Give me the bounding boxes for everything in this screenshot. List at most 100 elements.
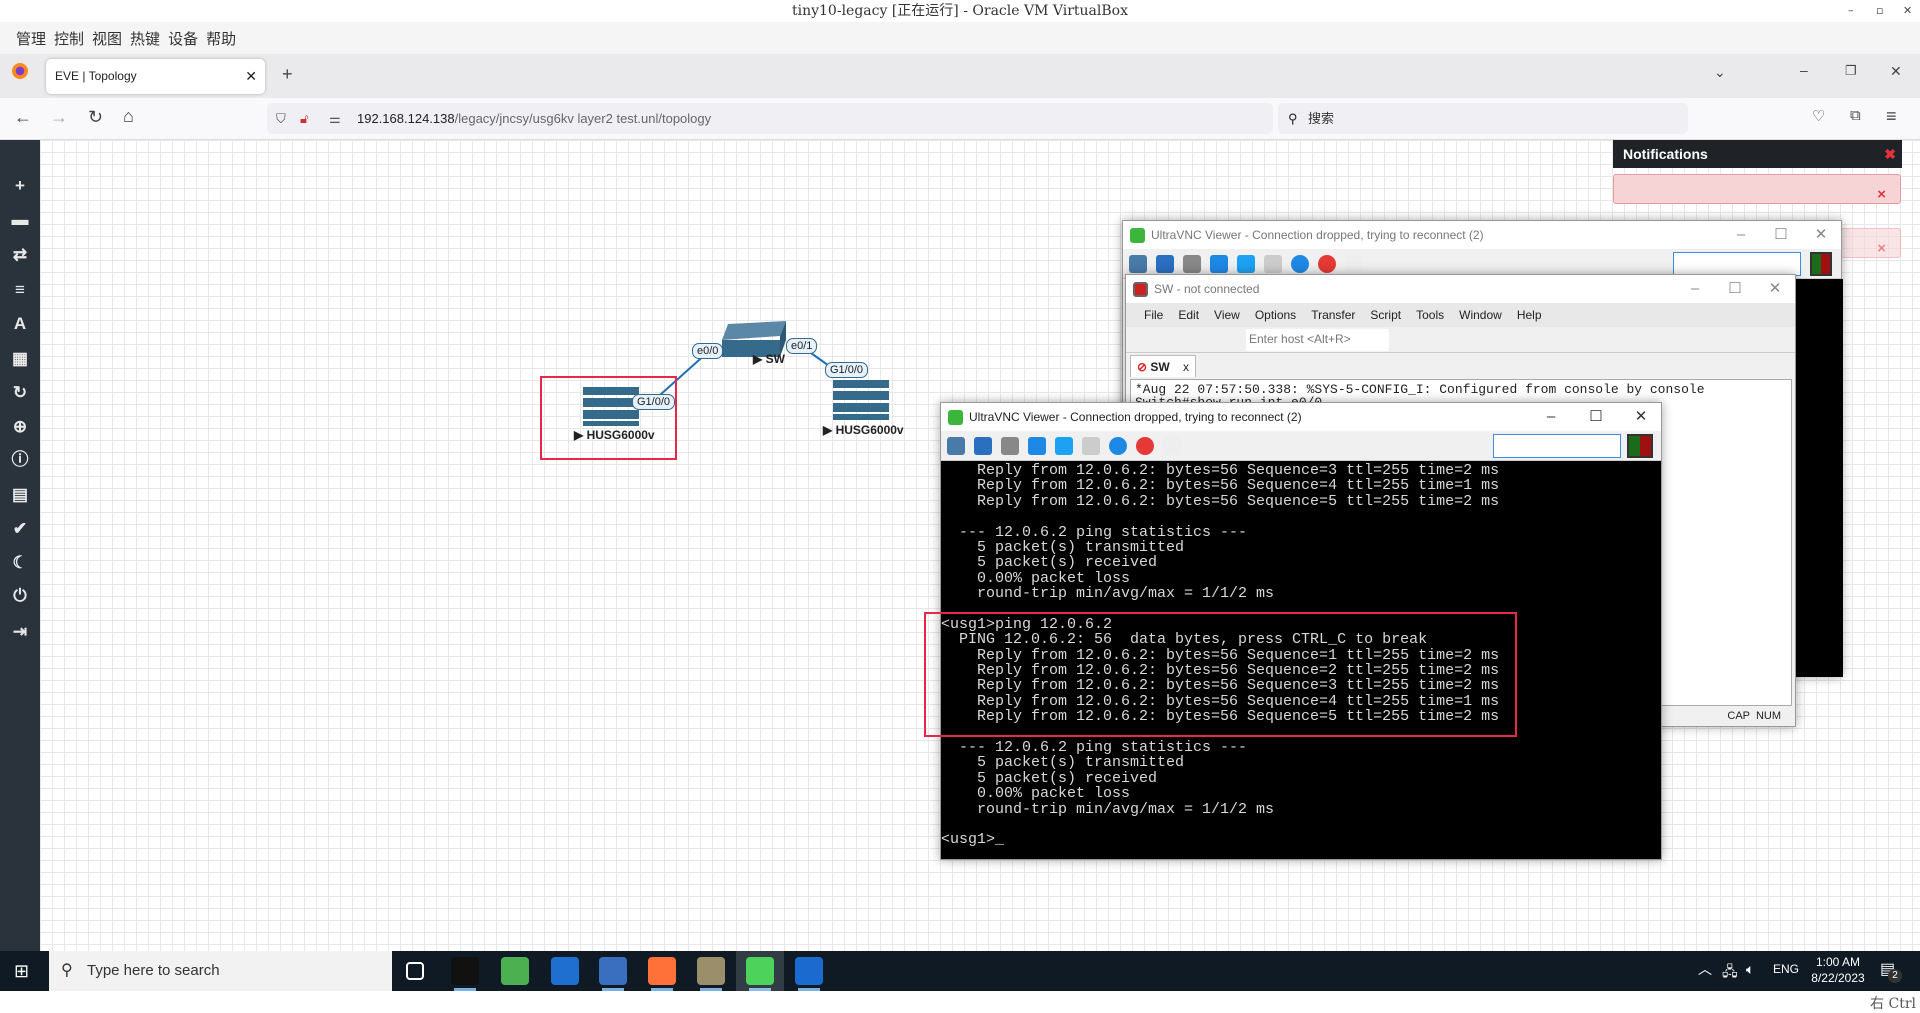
action-center-icon[interactable]: ▤ 2 bbox=[1880, 959, 1902, 983]
clipboard-icon[interactable] bbox=[1264, 255, 1282, 273]
menu-help[interactable]: Help bbox=[1517, 303, 1542, 327]
menu-transfer[interactable]: Transfer bbox=[1311, 303, 1355, 327]
minimize-button[interactable]: – bbox=[1675, 275, 1715, 303]
grid-icon[interactable]: ▦ bbox=[0, 345, 40, 373]
disconnect-icon[interactable] bbox=[1318, 255, 1336, 273]
file-transfer-icon[interactable] bbox=[1345, 255, 1363, 273]
tab-sw[interactable]: ⊘ SW x bbox=[1130, 355, 1196, 377]
dark-mode-icon[interactable]: ☾ bbox=[0, 549, 40, 577]
task-view-icon[interactable] bbox=[406, 962, 424, 980]
dismiss-icon[interactable]: × bbox=[1877, 240, 1886, 257]
text-icon[interactable]: A bbox=[0, 310, 40, 338]
connection-options-icon[interactable] bbox=[1129, 255, 1147, 273]
terminal-line: 0.00% packet loss bbox=[941, 785, 1131, 803]
securecrt-icon[interactable] bbox=[697, 957, 725, 985]
windows-start-icon[interactable]: ⊞ bbox=[14, 961, 29, 982]
status-icon[interactable]: ✔ bbox=[0, 515, 40, 543]
menu-file[interactable]: File bbox=[1144, 303, 1163, 327]
language-indicator[interactable]: ENG bbox=[1773, 962, 1799, 976]
notifications-title: Notifications bbox=[1623, 146, 1708, 162]
wireshark-icon[interactable] bbox=[795, 957, 823, 985]
info-icon[interactable] bbox=[1291, 255, 1309, 273]
nodes-icon[interactable]: ▬ bbox=[0, 206, 40, 234]
close-button[interactable]: ✕ bbox=[1621, 403, 1661, 431]
notification-item[interactable]: × bbox=[1613, 174, 1901, 204]
terminal-line: 0.00% packet loss bbox=[941, 569, 1131, 587]
menu-window[interactable]: Window bbox=[1459, 303, 1502, 327]
port-label: e0/0 bbox=[692, 343, 724, 359]
maximize-button[interactable]: ☐ bbox=[1715, 275, 1755, 303]
terminal-line: <usg1>_ bbox=[941, 831, 1005, 849]
bolt-app-icon[interactable] bbox=[551, 957, 579, 985]
firewall-icon[interactable] bbox=[583, 387, 639, 426]
refresh-icon[interactable]: ↻ bbox=[0, 379, 40, 407]
zoom-icon[interactable]: ⊕ bbox=[0, 413, 40, 441]
menu-options[interactable]: Options bbox=[1255, 303, 1296, 327]
settings-icon[interactable] bbox=[1001, 437, 1019, 455]
windows-key-icon[interactable] bbox=[1055, 437, 1073, 455]
disconnect-icon[interactable] bbox=[1136, 437, 1154, 455]
dismiss-icon[interactable]: × bbox=[1877, 186, 1886, 203]
fullscreen-icon[interactable] bbox=[1156, 255, 1174, 273]
menu-edit[interactable]: Edit bbox=[1178, 303, 1199, 327]
windows-key-icon[interactable] bbox=[1237, 255, 1255, 273]
connection-options-icon[interactable] bbox=[947, 437, 965, 455]
terminal-icon[interactable] bbox=[451, 957, 479, 985]
node-sw[interactable]: ▶ SW bbox=[753, 352, 785, 366]
ultravnc-icon bbox=[1130, 228, 1145, 243]
networks-icon[interactable]: ⇄ bbox=[0, 241, 40, 269]
info-icon[interactable]: ⓘ bbox=[0, 446, 40, 474]
minimize-button[interactable]: – bbox=[1721, 221, 1761, 249]
close-tab-icon[interactable]: x bbox=[1183, 356, 1189, 378]
network-icon[interactable]: 🖧︎ bbox=[1722, 961, 1738, 985]
tray-chevron-icon[interactable]: ︿ bbox=[1698, 959, 1712, 979]
firefox-icon[interactable] bbox=[648, 957, 676, 985]
startup-configs-icon[interactable]: ≡ bbox=[0, 276, 40, 304]
securecrt-status-bar: CAP NUM bbox=[1675, 706, 1795, 726]
file-transfer-icon[interactable] bbox=[1163, 437, 1181, 455]
browser-icon[interactable] bbox=[501, 957, 529, 985]
securecrt-icon bbox=[1133, 282, 1148, 297]
vnc-status-icon bbox=[1810, 252, 1832, 276]
port-label: G1/0/0 bbox=[825, 362, 869, 378]
minimize-button[interactable]: – bbox=[1531, 403, 1571, 431]
enter-host-input[interactable]: Enter host <Alt+R> bbox=[1246, 329, 1389, 351]
node-husg-right[interactable]: ▶ HUSG6000v bbox=[823, 423, 904, 437]
menu-tools[interactable]: Tools bbox=[1416, 303, 1444, 327]
settings-icon[interactable] bbox=[1183, 255, 1201, 273]
terminal-line: round-trip min/avg/max = 1/1/2 ms bbox=[941, 800, 1275, 818]
maximize-button[interactable]: ☐ bbox=[1576, 403, 1616, 431]
refresh-icon[interactable] bbox=[1210, 255, 1228, 273]
vnc-status-icon bbox=[1627, 434, 1653, 458]
taskbar-search[interactable]: ⚲ Type here to search bbox=[49, 951, 392, 991]
date: 8/22/2023 bbox=[1811, 971, 1865, 985]
vnc-input[interactable] bbox=[1673, 252, 1801, 276]
menu-view[interactable]: View bbox=[1214, 303, 1240, 327]
terminal-line: Reply from 12.0.6.2: bytes=56 Sequence=5… bbox=[941, 492, 1500, 510]
time: 1:00 AM bbox=[1815, 955, 1861, 969]
notes-icon[interactable]: ▤ bbox=[0, 481, 40, 509]
fullscreen-icon[interactable] bbox=[974, 437, 992, 455]
ultravnc-icon bbox=[948, 410, 963, 425]
refresh-icon[interactable] bbox=[1028, 437, 1046, 455]
menu-script[interactable]: Script bbox=[1370, 303, 1401, 327]
num-indicator: NUM bbox=[1755, 710, 1781, 722]
maximize-button[interactable]: ☐ bbox=[1761, 221, 1801, 249]
info-icon[interactable] bbox=[1109, 437, 1127, 455]
network-app-icon[interactable] bbox=[599, 957, 627, 985]
close-notifications-icon[interactable]: ✖ bbox=[1884, 140, 1896, 168]
firewall-icon[interactable] bbox=[833, 380, 889, 420]
terminal-line: round-trip min/avg/max = 1/1/2 ms bbox=[941, 585, 1275, 603]
close-button[interactable]: ✕ bbox=[1755, 275, 1795, 303]
host-key-label: 右 Ctrl bbox=[1870, 996, 1916, 1012]
clock[interactable]: 1:00 AM 8/22/2023 bbox=[1808, 954, 1868, 986]
power-icon[interactable]: ⏻ bbox=[0, 582, 40, 610]
node-husg-left[interactable]: ▶ HUSG6000v bbox=[574, 428, 655, 442]
logout-icon[interactable]: ⇥ bbox=[0, 618, 40, 646]
volume-icon[interactable]: 🔈︎ bbox=[1746, 961, 1754, 978]
clipboard-icon[interactable] bbox=[1082, 437, 1100, 455]
add-icon[interactable]: + bbox=[0, 172, 40, 200]
vnc-input[interactable] bbox=[1493, 434, 1621, 458]
close-button[interactable]: ✕ bbox=[1801, 221, 1841, 249]
node-label: HUSG6000v bbox=[586, 428, 655, 442]
